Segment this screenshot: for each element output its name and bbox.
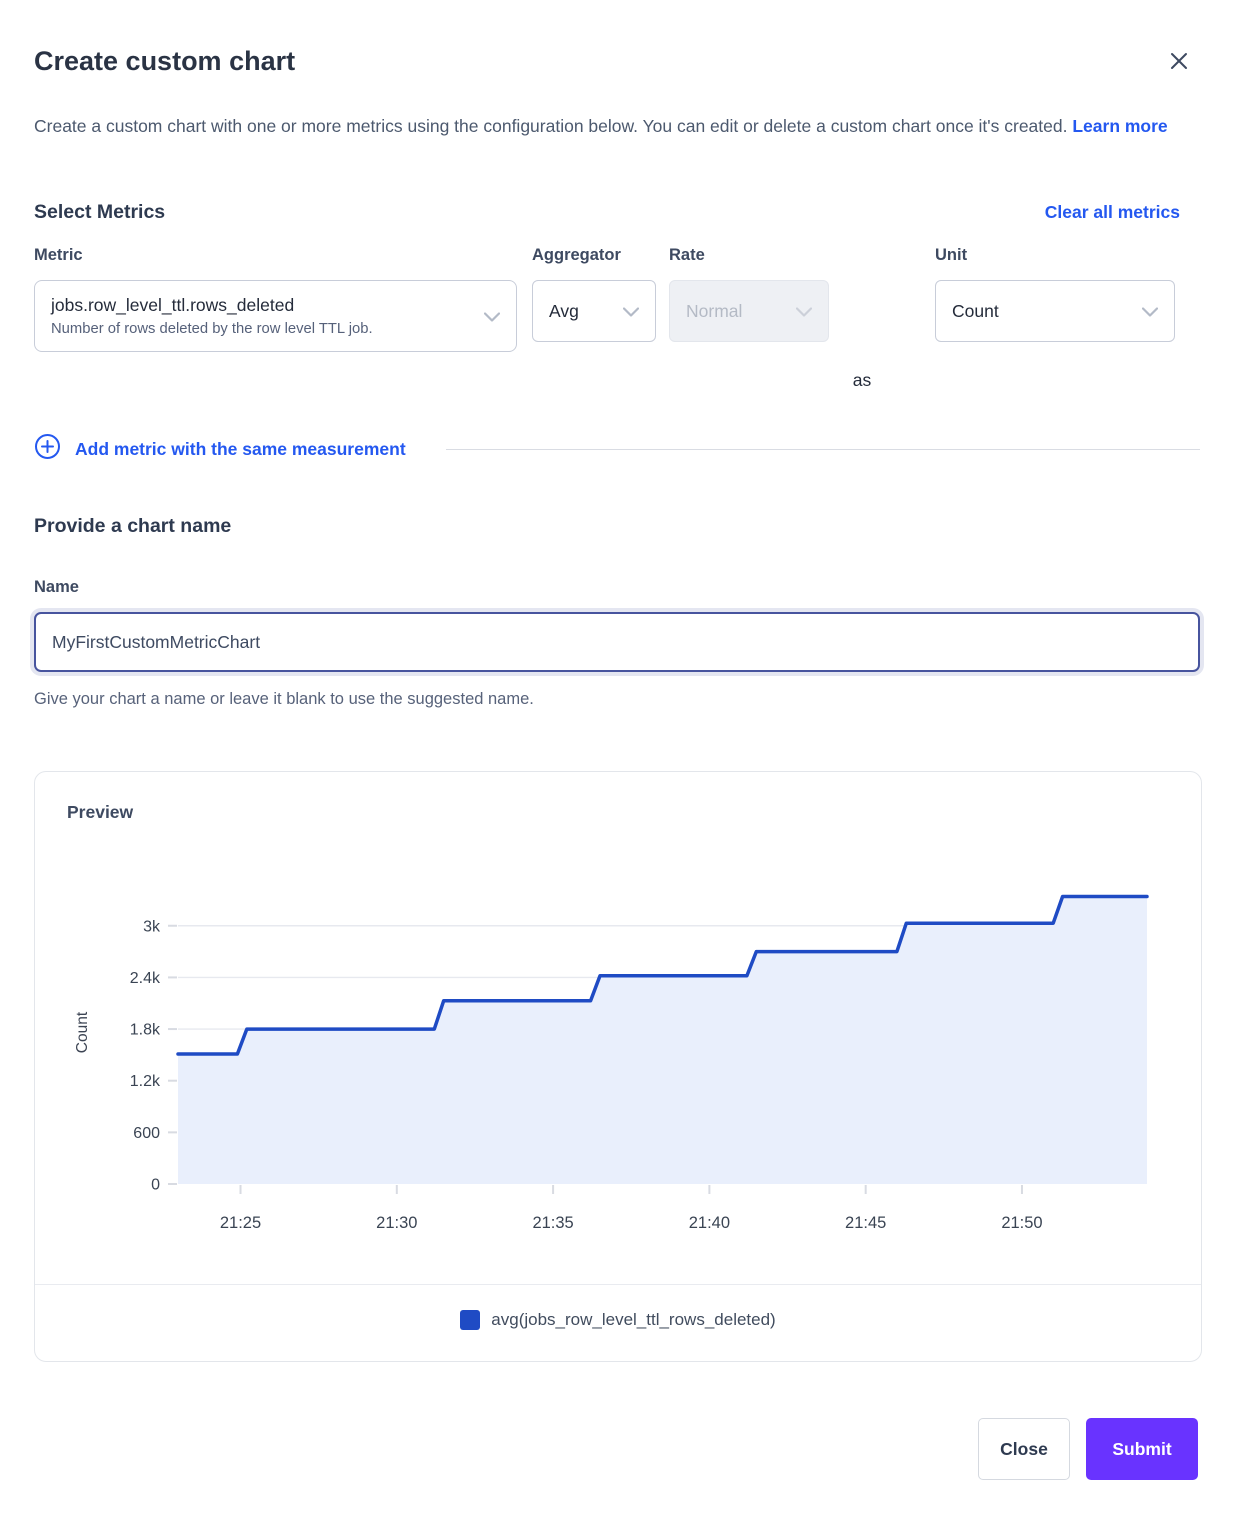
close-icon <box>1168 60 1190 75</box>
aggregator-select-value: Avg <box>549 301 579 322</box>
chevron-down-icon <box>484 306 500 327</box>
metric-select-value: jobs.row_level_ttl.rows_deleted <box>51 295 373 316</box>
rate-field: Rate Normal <box>669 246 829 342</box>
add-metric-row: Add metric with the same measurement <box>34 433 1200 465</box>
svg-text:1.2k: 1.2k <box>130 1073 161 1090</box>
legend-label: avg(jobs_row_level_ttl_rows_deleted) <box>491 1310 775 1330</box>
metric-field: Metric jobs.row_level_ttl.rows_deleted N… <box>34 246 517 352</box>
preview-heading: Preview <box>67 802 1201 823</box>
svg-text:2.4k: 2.4k <box>130 970 161 987</box>
preview-card: Preview 0 600 1.2k 1.8k 2.4k 3k 21:25 21:30 21:3… <box>34 771 1202 1362</box>
page-title: Create custom chart <box>34 44 295 78</box>
metric-select[interactable]: jobs.row_level_ttl.rows_deleted Number o… <box>34 280 517 352</box>
chevron-down-icon <box>796 301 812 322</box>
rate-select: Normal <box>669 280 829 342</box>
clear-all-metrics-link[interactable]: Clear all metrics <box>1045 202 1180 223</box>
svg-text:1.8k: 1.8k <box>130 1022 161 1039</box>
modal-footer: Close Submit <box>34 1418 1200 1480</box>
aggregator-label: Aggregator <box>532 246 656 265</box>
unit-select-value: Count <box>952 301 999 322</box>
preview-chart: 0 600 1.2k 1.8k 2.4k 3k 21:25 21:30 21:35 21:40 21… <box>35 851 1201 1246</box>
as-label: as <box>849 370 875 391</box>
aggregator-select[interactable]: Avg <box>532 280 656 342</box>
submit-button[interactable]: Submit <box>1086 1418 1198 1480</box>
legend-swatch <box>460 1310 480 1330</box>
modal-description: Create a custom chart with one or more m… <box>34 107 1184 145</box>
svg-text:3k: 3k <box>143 918 161 935</box>
divider <box>446 449 1200 450</box>
chart-legend: avg(jobs_row_level_ttl_rows_deleted) <box>35 1307 1201 1333</box>
svg-text:21:45: 21:45 <box>845 1214 886 1232</box>
metric-select-texts: jobs.row_level_ttl.rows_deleted Number o… <box>51 295 373 337</box>
select-metrics-header: Select Metrics Clear all metrics <box>34 201 1200 224</box>
learn-more-link[interactable]: Learn more <box>1072 116 1167 136</box>
create-custom-chart-modal: Create custom chart Create a custom char… <box>0 0 1236 1538</box>
close-button[interactable] <box>1164 46 1194 79</box>
add-metric-label: Add metric with the same measurement <box>75 439 406 460</box>
chevron-down-icon <box>1142 301 1158 322</box>
svg-text:21:30: 21:30 <box>376 1214 417 1232</box>
svg-text:0: 0 <box>151 1177 160 1194</box>
unit-select[interactable]: Count <box>935 280 1175 342</box>
unit-field: Unit Count <box>935 246 1175 342</box>
select-metrics-heading: Select Metrics <box>34 201 165 224</box>
chart-name-input[interactable] <box>34 612 1200 672</box>
svg-text:Count: Count <box>74 1011 91 1053</box>
name-label: Name <box>34 578 1200 597</box>
rate-label: Rate <box>669 246 829 265</box>
metric-label: Metric <box>34 246 517 265</box>
add-metric-button[interactable]: Add metric with the same measurement <box>34 433 406 465</box>
svg-text:21:40: 21:40 <box>689 1214 730 1232</box>
svg-text:21:35: 21:35 <box>532 1214 573 1232</box>
svg-text:600: 600 <box>133 1125 160 1142</box>
close-button-footer[interactable]: Close <box>978 1418 1070 1480</box>
metrics-row: Metric jobs.row_level_ttl.rows_deleted N… <box>34 246 1200 391</box>
modal-header: Create custom chart <box>34 44 1200 79</box>
chevron-down-icon <box>623 301 639 322</box>
add-circle-icon <box>34 433 61 465</box>
divider <box>35 1284 1201 1285</box>
svg-text:21:25: 21:25 <box>220 1214 261 1232</box>
unit-label: Unit <box>935 246 1175 265</box>
metric-select-description: Number of rows deleted by the row level … <box>51 321 373 337</box>
chart-name-heading: Provide a chart name <box>34 515 1200 538</box>
modal-description-text: Create a custom chart with one or more m… <box>34 116 1067 136</box>
aggregator-field: Aggregator Avg <box>532 246 656 342</box>
name-helper-text: Give your chart a name or leave it blank… <box>34 690 1200 709</box>
rate-select-value: Normal <box>686 301 742 322</box>
svg-text:21:50: 21:50 <box>1001 1214 1042 1232</box>
